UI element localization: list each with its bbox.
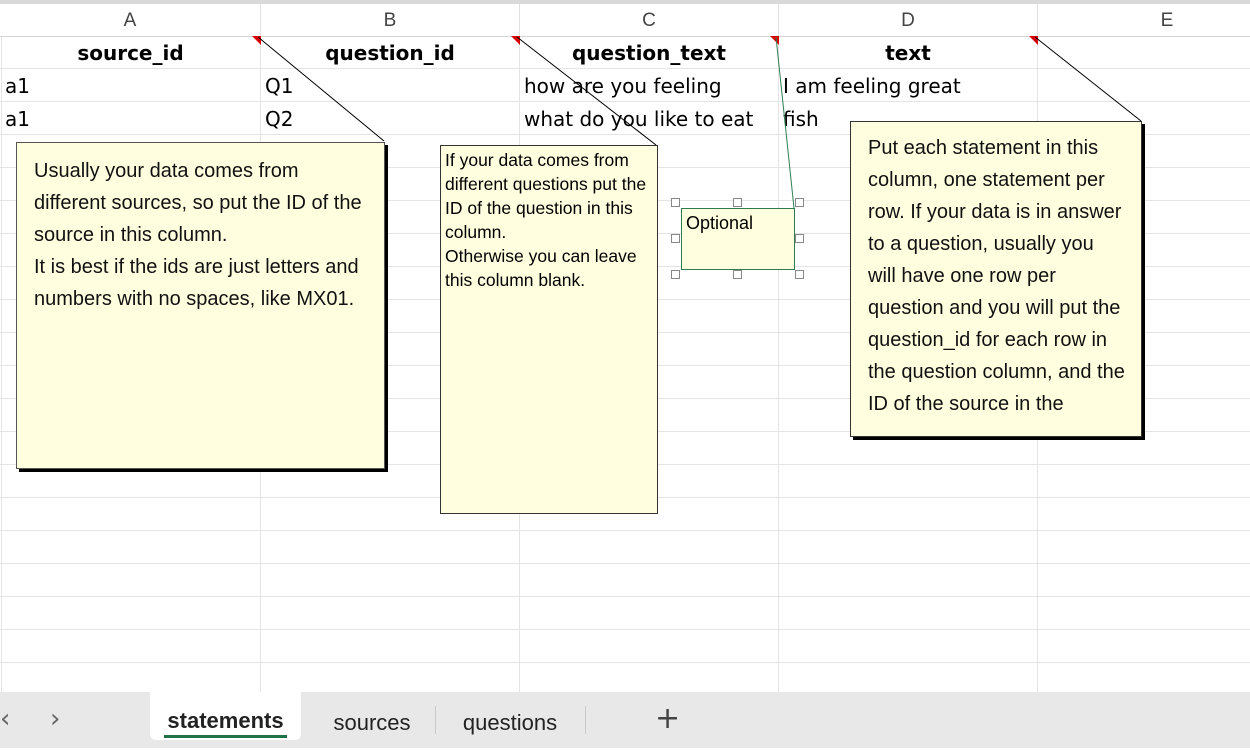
resize-handle-bottom-left[interactable]: [671, 270, 680, 279]
resize-handle-bottom[interactable]: [733, 270, 742, 279]
comment-text-question-text: Optional: [686, 213, 754, 233]
tab-label-statements: statements: [167, 708, 284, 733]
comment-text-question-id: If your data comes from different questi…: [445, 150, 647, 290]
column-header-d[interactable]: D: [779, 4, 1038, 36]
resize-handle-top-left[interactable]: [671, 198, 680, 207]
resize-handle-left[interactable]: [671, 234, 680, 243]
cell-b2[interactable]: Q1: [265, 70, 293, 102]
grid-line: [0, 596, 1250, 597]
tab-label-sources: sources: [333, 710, 411, 735]
grid-line: [0, 629, 1250, 630]
tab-label-questions: questions: [462, 710, 558, 735]
comment-note-question-text[interactable]: Optional: [681, 208, 795, 270]
grid-line: [0, 563, 1250, 564]
comment-note-text[interactable]: Put each statement in this column, one s…: [850, 121, 1142, 437]
cell-c3[interactable]: what do you like to eat: [524, 103, 753, 135]
cell-d3[interactable]: fish: [783, 103, 819, 135]
tab-separator: [435, 706, 436, 734]
prev-sheet-button[interactable]: ‹: [0, 692, 18, 748]
grid-line: [0, 530, 1250, 531]
column-header-c[interactable]: C: [520, 4, 779, 36]
cell-a2[interactable]: a1: [5, 70, 30, 102]
active-tab-underline: [164, 735, 287, 738]
resize-handle-top[interactable]: [733, 198, 742, 207]
column-header-b[interactable]: B: [261, 4, 520, 36]
cell-c1-question-text-header[interactable]: question_text: [520, 37, 778, 69]
cell-c2[interactable]: how are you feeling: [524, 70, 722, 102]
cell-b3[interactable]: Q2: [265, 103, 293, 135]
comment-indicator-a1[interactable]: [252, 36, 261, 45]
tab-statements[interactable]: statements: [150, 692, 301, 740]
cell-a3[interactable]: a1: [5, 103, 30, 135]
comment-indicator-c1[interactable]: [770, 36, 779, 45]
tab-questions[interactable]: questions: [442, 692, 578, 740]
cell-b1-question-id-header[interactable]: question_id: [261, 37, 519, 69]
comment-note-source-id[interactable]: Usually your data comes from different s…: [16, 142, 385, 469]
resize-handle-right[interactable]: [795, 234, 804, 243]
resize-handle-top-right[interactable]: [795, 198, 804, 207]
add-sheet-button[interactable]: +: [655, 692, 685, 748]
column-header-a[interactable]: A: [0, 4, 261, 36]
resize-handle-bottom-right[interactable]: [795, 270, 804, 279]
grid-line: [0, 662, 1250, 663]
next-sheet-button[interactable]: ›: [50, 692, 70, 748]
sheet-tab-bar: ‹ › statements sources questions +: [0, 692, 1250, 748]
comment-indicator-b1[interactable]: [511, 36, 520, 45]
cell-a1-source-id-header[interactable]: source_id: [1, 37, 260, 69]
cell-d2[interactable]: I am feeling great: [783, 70, 961, 102]
cell-d1-text-header[interactable]: text: [779, 37, 1037, 69]
comment-text-source-id: Usually your data comes from different s…: [34, 160, 362, 310]
tab-separator: [585, 706, 586, 734]
comment-text-text: Put each statement in this column, one s…: [868, 137, 1131, 415]
comment-note-question-id[interactable]: If your data comes from different questi…: [440, 145, 658, 514]
column-header-e[interactable]: E: [1038, 4, 1250, 36]
comment-indicator-d1[interactable]: [1029, 36, 1038, 45]
column-header-bar: A B C D E: [0, 4, 1250, 37]
tab-sources[interactable]: sources: [314, 692, 430, 740]
